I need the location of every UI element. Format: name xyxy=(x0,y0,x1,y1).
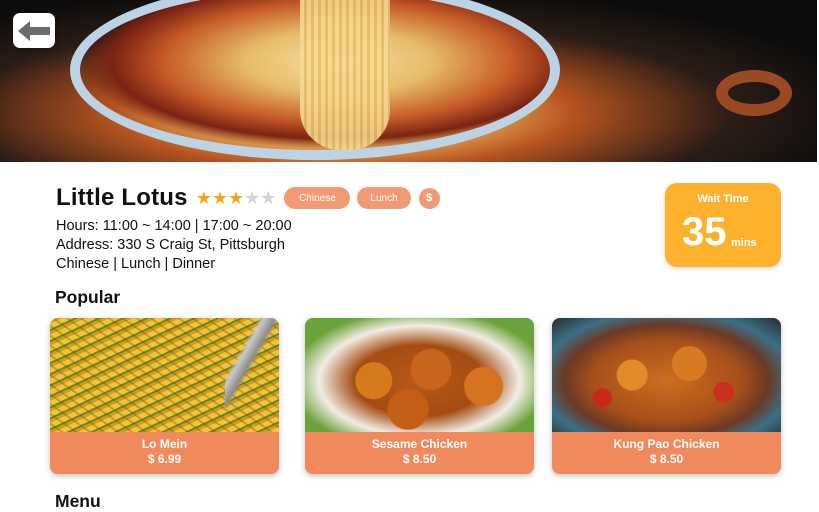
popular-item-lo-mein[interactable]: Lo Mein $ 6.99 xyxy=(50,318,279,474)
item-price: $ 8.50 xyxy=(402,452,437,466)
card-label: Kung Pao Chicken $ 8.50 xyxy=(552,432,781,474)
item-price: $ 6.99 xyxy=(147,452,182,466)
star-icon: ★ xyxy=(228,187,245,208)
arrow-left-icon xyxy=(18,20,50,41)
wait-time-card: Wait Time 35 mins xyxy=(665,183,781,267)
sesame-chicken-photo xyxy=(305,318,534,432)
popular-heading: Popular xyxy=(55,287,121,307)
item-name: Sesame Chicken xyxy=(371,437,468,451)
lo-mein-photo xyxy=(50,318,279,432)
tag-chinese[interactable]: Chinese xyxy=(284,187,351,209)
restaurant-name: Little Lotus xyxy=(56,184,188,211)
wait-time-value: 35 xyxy=(682,210,727,254)
lifted-noodles xyxy=(300,0,390,150)
popular-item-sesame-chicken[interactable]: Sesame Chicken $ 8.50 xyxy=(305,318,534,474)
tag-lunch[interactable]: Lunch xyxy=(357,187,411,209)
fried-ring xyxy=(716,70,792,116)
back-button[interactable] xyxy=(13,13,55,48)
rating-stars: ★★★★★ xyxy=(196,188,277,209)
star-icon: ★ xyxy=(260,187,277,208)
star-icon: ★ xyxy=(195,187,212,208)
star-icon: ★ xyxy=(244,187,261,208)
item-price: $ 8.50 xyxy=(649,452,684,466)
popular-item-kung-pao-chicken[interactable]: Kung Pao Chicken $ 8.50 xyxy=(552,318,781,474)
card-label: Lo Mein $ 6.99 xyxy=(50,432,279,474)
hours-text: Hours: 11:00 ~ 14:00 | 17:00 ~ 20:00 xyxy=(56,218,292,234)
price-level-badge: $ xyxy=(418,187,440,209)
address-text: Address: 330 S Craig St, Pittsburgh xyxy=(56,237,285,253)
wait-time-unit: mins xyxy=(731,237,757,249)
tongs xyxy=(225,318,279,408)
title-row: Little Lotus ★★★★★ Chinese Lunch $ xyxy=(56,183,440,213)
card-label: Sesame Chicken $ 8.50 xyxy=(305,432,534,474)
hero-image xyxy=(0,0,817,162)
categories-text: Chinese | Lunch | Dinner xyxy=(56,256,216,272)
item-name: Lo Mein xyxy=(141,437,188,451)
star-icon: ★ xyxy=(211,187,228,208)
kung-pao-chicken-photo xyxy=(552,318,781,432)
item-name: Kung Pao Chicken xyxy=(613,437,720,451)
wait-time-label: Wait Time xyxy=(697,193,749,205)
